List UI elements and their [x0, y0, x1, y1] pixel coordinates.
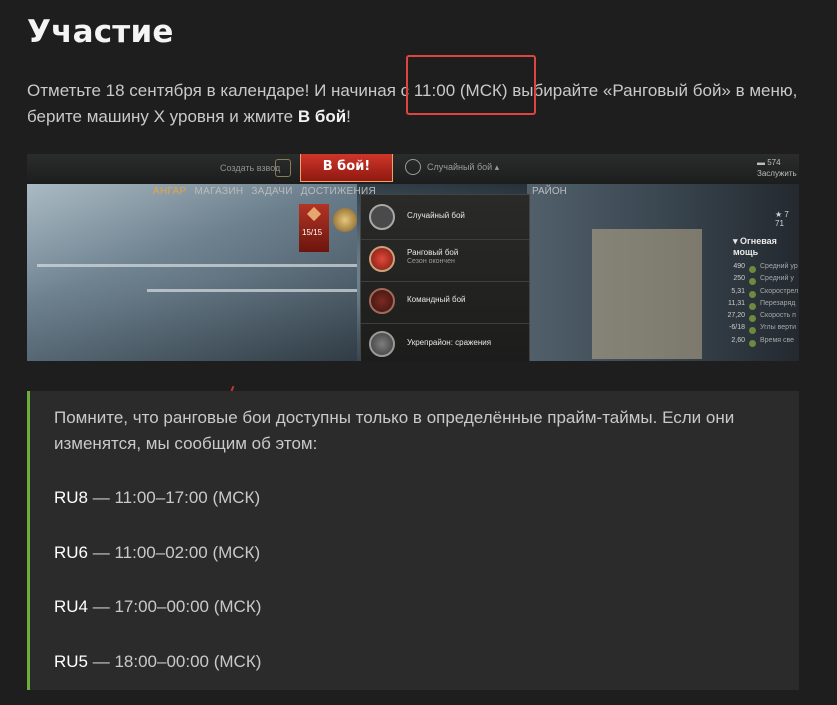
battle-mode-label: Случайный бой [427, 162, 493, 172]
rank-progress: 15/15 [302, 228, 323, 237]
free-xp-label: Заслужить [757, 169, 797, 178]
server-schedule-ru4: RU4 — 17:00–00:00 (МСК) [54, 594, 261, 620]
stat-row: 2,60 Время све [712, 337, 799, 349]
menu-item-shop[interactable]: МАГАЗИН [194, 186, 243, 197]
firepower-label: Огневая мощь [733, 236, 777, 257]
hangar-beam [147, 289, 357, 292]
stat-row: -6/18 Углы верти [712, 324, 799, 336]
stat-row: 11,31 Перезаряд [712, 300, 799, 312]
stat-name: Средний ур [760, 263, 798, 270]
stat-icon [749, 302, 756, 310]
notice-text: Помните, что ранговые бои доступны тольк… [54, 408, 735, 453]
stat-icon [749, 290, 756, 298]
stat-name: Средний у [760, 275, 794, 283]
free-xp: ▬ 574 Заслужить [757, 158, 797, 178]
vehicle-rating: ★ 7 71 [775, 210, 789, 228]
server-time: — 18:00–00:00 (МСК) [88, 652, 262, 671]
dropdown-divider [361, 323, 529, 324]
stat-name: Скорость п [760, 312, 796, 320]
stat-row: 5,31 Скорострел [712, 288, 799, 300]
stat-value: 11,31 [728, 299, 745, 307]
ranked-battle-star-icon [369, 246, 395, 272]
stat-value: -6/18 [729, 324, 745, 332]
random-battle-icon [369, 204, 395, 230]
dropdown-item-label: Ранговый бой [407, 248, 459, 257]
battle-mode-selector[interactable]: Случайный бой ▴ [427, 162, 499, 173]
stat-icon [749, 266, 756, 273]
server-time: — 17:00–00:00 (МСК) [88, 597, 262, 616]
stat-value: 2,60 [731, 336, 745, 344]
menu-item-hangar[interactable]: АНГАР [153, 186, 186, 197]
server-name: RU6 [54, 543, 89, 562]
server-schedule-ru8: RU8 — 11:00–17:00 (МСК) [54, 485, 260, 511]
stat-value: 250 [733, 275, 745, 283]
dropdown-item-label: Командный бой [407, 295, 466, 304]
intro-text-end: ! [346, 107, 351, 126]
prime-time-notice: Помните, что ранговые бои доступны тольк… [27, 391, 799, 690]
stat-name: Скорострел [760, 287, 799, 295]
server-name: RU5 [54, 652, 89, 671]
stat-row: 250 Средний у [712, 275, 799, 287]
stronghold-icon [369, 331, 395, 357]
team-battle-icon [369, 288, 395, 314]
battle-button[interactable]: В бой! [300, 154, 393, 182]
dropdown-item-sublabel: Сезон окончен [407, 258, 455, 265]
menu-item-stronghold[interactable]: РАЙОН [532, 186, 567, 197]
section-heading: Участие [27, 14, 174, 50]
start-time-annotation-box [406, 55, 536, 115]
stat-value: 27,20 [727, 312, 745, 320]
dropdown-item-label: Укрепрайон: сражения [407, 338, 492, 347]
battle-mode-dropdown: Случайный бой Ранговый бой Сезон окончен… [360, 194, 530, 361]
stat-icon [749, 327, 756, 335]
firepower-header[interactable]: ▾ Огневая мощь [733, 236, 799, 257]
game-top-bar: Создать взвод В бой! Случайный бой ▴ ▬ 5… [27, 154, 799, 184]
menu-item-tasks[interactable]: ЗАДАЧИ [251, 186, 292, 197]
vehicle-rating-value: 7 71 [775, 210, 789, 228]
platoon-icon[interactable] [275, 159, 291, 177]
create-platoon-label[interactable]: Создать взвод [220, 163, 280, 173]
dropdown-item-random-battle[interactable]: Случайный бой [361, 198, 529, 238]
dropdown-item-label: Случайный бой [407, 211, 465, 220]
dropdown-item-team-battle[interactable]: Командный бой [361, 282, 529, 322]
stat-value: 490 [733, 263, 745, 270]
server-schedule-ru5: RU5 — 18:00–00:00 (МСК) [54, 649, 261, 675]
stat-name: Время све [760, 336, 795, 344]
stat-name: Углы верти [760, 324, 796, 332]
hangar-beam [37, 264, 357, 267]
stat-icon [749, 339, 756, 347]
server-name: RU8 [54, 488, 89, 507]
battle-mode-icon[interactable] [405, 159, 421, 175]
hangar-poster [592, 229, 702, 359]
stat-row: 27,20 Скорость п [712, 312, 799, 324]
server-name: RU4 [54, 597, 89, 616]
stat-value: 5,31 [731, 287, 745, 295]
stat-row: 490 Средний ур [712, 263, 799, 275]
game-main-menu: АНГАР МАГАЗИН ЗАДАЧИ ДОСТИЖЕНИЯ [153, 186, 376, 197]
intro-text-start: Отметьте 18 сентября в календаре! И начи… [27, 81, 396, 100]
game-screenshot: Создать взвод В бой! Случайный бой ▴ ▬ 5… [27, 154, 799, 361]
free-xp-value: 574 [767, 158, 781, 167]
server-time: — 11:00–17:00 (МСК) [88, 488, 261, 507]
dropdown-item-ranked-battle[interactable]: Ранговый бой Сезон окончен [361, 240, 529, 280]
stat-icon [749, 278, 756, 286]
server-schedule-ru6: RU6 — 11:00–02:00 (МСК) [54, 540, 260, 566]
stat-name: Перезаряд [760, 299, 796, 307]
stat-icon [749, 315, 756, 323]
medal-icon [333, 208, 357, 232]
dropdown-item-stronghold-battle[interactable]: Укрепрайон: сражения [361, 325, 529, 361]
server-time: — 11:00–02:00 (МСК) [88, 543, 261, 562]
vehicle-stats-list: 490 Средний ур 250 Средний у 5,31 Скоростре… [712, 263, 799, 349]
battle-button-reference: В бой [297, 107, 347, 126]
